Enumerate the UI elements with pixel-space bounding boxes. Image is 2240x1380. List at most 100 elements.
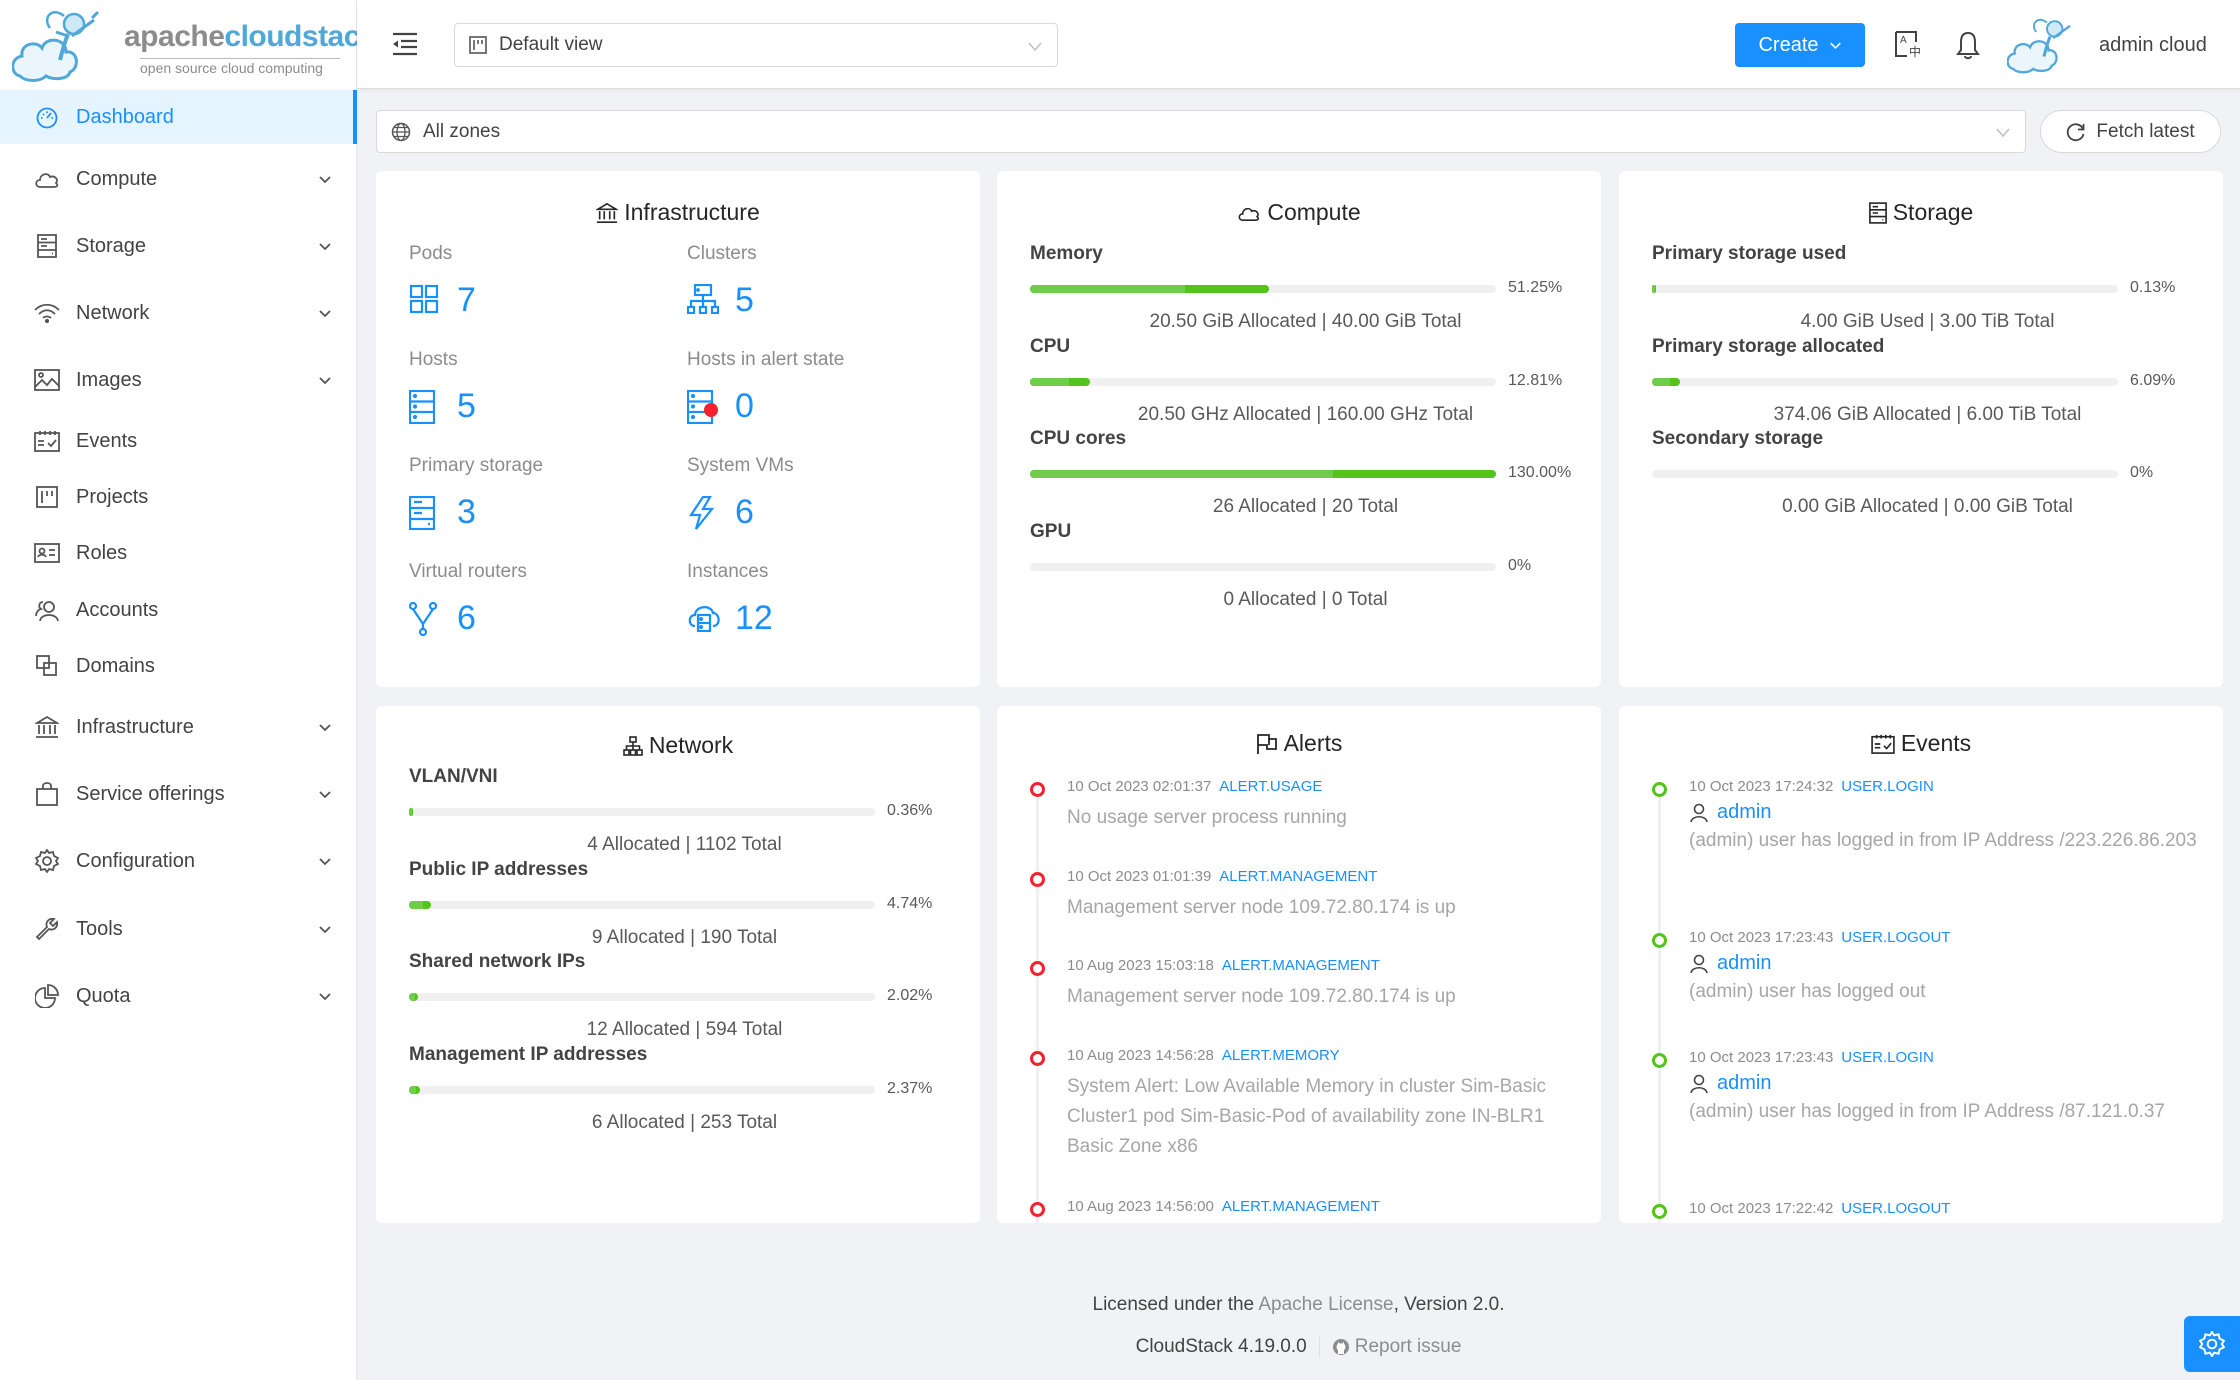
progress-bar: 51.25% [1030, 279, 1581, 299]
schedule-icon [34, 428, 60, 454]
settings-drawer-button[interactable] [2184, 1316, 2240, 1372]
bell-icon[interactable] [1953, 30, 1983, 60]
sidebar-item-service-offerings[interactable]: Service offerings [0, 767, 357, 821]
alerts-card: Alerts 10 Oct 2023 02:01:37 ALERT.USAGE N… [997, 706, 1601, 1223]
report-issue-link[interactable]: Report issue [1332, 1336, 1461, 1358]
event-user-link[interactable]: admin [1689, 1072, 2203, 1095]
alerts-card-title: Alerts [997, 730, 1601, 757]
progress-bar: 6.09% [1652, 372, 2203, 392]
infra-stat-link[interactable]: 12 [687, 601, 773, 635]
cloudstack-logo[interactable]: apachecloudstack™ open source cloud comp… [12, 6, 385, 86]
progress-track [1030, 377, 1496, 386]
chevron-down-icon [319, 724, 331, 732]
sidebar-item-infrastructure[interactable]: Infrastructure [0, 700, 357, 754]
chevron-down-icon [1996, 128, 2010, 138]
progress-percent: 0% [1508, 556, 1532, 574]
progress-bar: 0.36% [409, 802, 960, 822]
create-button[interactable]: Create [1735, 23, 1865, 67]
progress-bar: 4.74% [409, 895, 960, 915]
metric-detail: 4.00 GiB Used | 3.00 TiB Total [1800, 311, 2055, 332]
event-user-link[interactable]: admin [1689, 801, 2203, 824]
fetch-latest-button[interactable]: Fetch latest [2040, 110, 2221, 153]
metric-secondary-storage: Secondary storage 0% 0.00 GiB Allocated … [1652, 428, 2203, 518]
progress-percent: 2.37% [887, 1079, 933, 1097]
alert-type-link[interactable]: ALERT.MANAGEMENT [1222, 957, 1380, 974]
sidebar-item-label: Service offerings [76, 782, 225, 805]
sidebar-item-images[interactable]: Images [0, 353, 357, 407]
alert-dot-icon [1030, 782, 1045, 797]
infra-stat-link[interactable]: 5 [408, 389, 476, 425]
progress-fill-secondary [1030, 470, 1333, 478]
progress-fill-secondary [409, 1085, 417, 1094]
event-user-link[interactable]: admin [1689, 952, 2203, 975]
infra-stat-link[interactable]: 3 [408, 495, 543, 531]
event-type-link[interactable]: USER.LOGIN [1841, 1049, 1934, 1066]
progress-fill-secondary [409, 808, 412, 816]
host-icon [408, 389, 441, 425]
alert-type-link[interactable]: ALERT.MANAGEMENT [1222, 1198, 1380, 1215]
sidebar-item-compute[interactable]: Compute [0, 152, 357, 206]
event-description: (admin) user has logged in from IP Addre… [1689, 830, 2197, 851]
sidebar-item-projects[interactable]: Projects [0, 470, 357, 524]
event-time: 10 Oct 2023 17:23:43 [1689, 929, 1834, 946]
infra-stat-link[interactable]: 5 [686, 283, 757, 317]
infra-stat-link[interactable]: 7 [409, 283, 476, 317]
alert-header: 10 Aug 2023 14:56:00 ALERT.MANAGEMENT [1067, 1198, 1581, 1215]
metric-shared-network-ips: Shared network IPs 2.02% 12 Allocated | … [409, 951, 960, 1041]
event-header: 10 Oct 2023 17:22:42 USER.LOGOUT [1689, 1200, 2203, 1217]
translate-icon[interactable]: A中 [1894, 30, 1924, 60]
event-type-link[interactable]: USER.LOGOUT [1841, 929, 1950, 946]
storage-icon [408, 495, 441, 531]
alert-type-link[interactable]: ALERT.MEMORY [1222, 1047, 1340, 1064]
cluster-icon [686, 283, 720, 316]
metric-label: CPU cores [1030, 428, 1127, 449]
sidebar-item-accounts[interactable]: Accounts [0, 583, 357, 637]
event-type-link[interactable]: USER.LOGOUT [1841, 1200, 1950, 1217]
create-button-label: Create [1758, 33, 1819, 56]
database-icon [34, 233, 60, 259]
event-type-link[interactable]: USER.LOGIN [1841, 778, 1934, 795]
sidebar-item-dashboard[interactable]: Dashboard [0, 90, 357, 144]
alert-type-link[interactable]: ALERT.USAGE [1219, 778, 1322, 795]
infra-stat-label: Hosts [409, 349, 458, 370]
sidebar-item-storage[interactable]: Storage [0, 219, 357, 273]
sidebar-item-tools[interactable]: Tools [0, 902, 357, 956]
progress-bar: 0.13% [1652, 279, 2203, 299]
infra-stat-label: Instances [687, 561, 769, 582]
user-icon [1690, 803, 1708, 822]
sidebar-item-domains[interactable]: Domains [0, 639, 357, 693]
progress-fill-secondary [409, 900, 424, 909]
sidebar-item-quota[interactable]: Quota [0, 969, 357, 1023]
event-item: 10 Oct 2023 17:22:42 USER.LOGOUT [1652, 1200, 2203, 1219]
infra-stat-pods: Pods 7 [409, 243, 476, 317]
infra-stat-link[interactable]: 6 [687, 495, 794, 530]
cloud-server-icon [687, 602, 720, 634]
picture-icon [34, 367, 60, 393]
zone-select[interactable]: All zones [376, 110, 2026, 153]
project-icon [469, 36, 487, 54]
apartment-icon [623, 735, 643, 756]
sidebar-item-network[interactable]: Network [0, 286, 357, 340]
progress-percent: 0% [2130, 464, 2154, 481]
infra-stat-link[interactable]: 6 [408, 601, 527, 637]
sidebar-item-label: Compute [76, 167, 158, 190]
apache-license-link[interactable]: Apache License [1258, 1294, 1393, 1315]
alert-type-link[interactable]: ALERT.MANAGEMENT [1219, 868, 1377, 885]
user-menu[interactable]: admin cloud [2007, 10, 2207, 80]
event-dot-icon [1652, 1053, 1667, 1068]
infra-stat-link[interactable]: 0 [686, 389, 844, 425]
progress-percent: 4.74% [887, 894, 933, 912]
progress-percent: 0.13% [2130, 279, 2176, 296]
sidebar-item-label: Tools [76, 917, 123, 940]
menu-fold-icon[interactable] [391, 30, 419, 58]
chevron-down-icon [1028, 42, 1042, 52]
card-title-text: Alerts [1283, 730, 1343, 756]
progress-percent: 6.09% [2130, 371, 2176, 389]
progress-track [409, 808, 875, 816]
chevron-down-icon [1829, 42, 1841, 49]
project-view-select[interactable]: Default view [454, 23, 1058, 67]
sidebar-item-roles[interactable]: Roles [0, 526, 357, 580]
database-icon [1868, 201, 1887, 224]
sidebar-item-configuration[interactable]: Configuration [0, 834, 357, 888]
sidebar-item-events[interactable]: Events [0, 414, 357, 468]
